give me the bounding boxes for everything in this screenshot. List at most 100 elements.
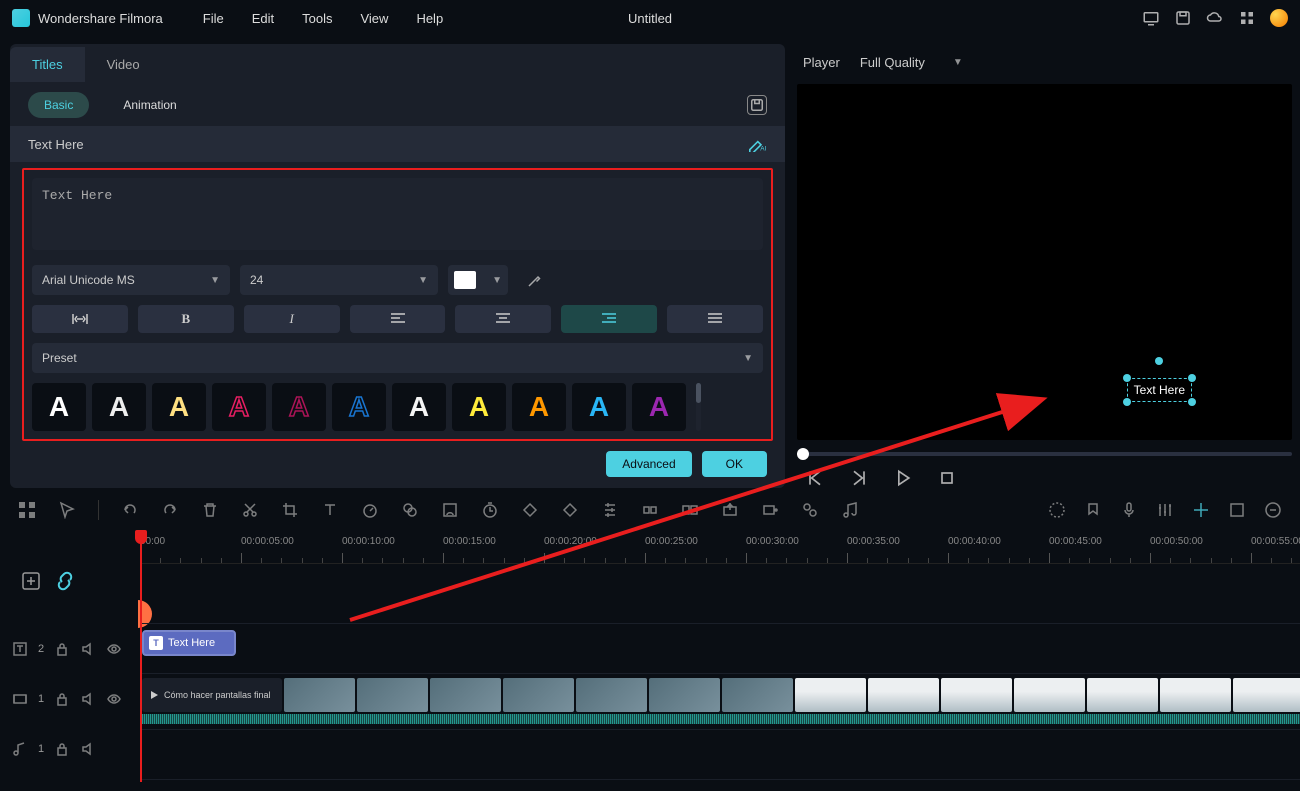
video-thumbnail[interactable] (357, 678, 428, 712)
preview-scrubber[interactable] (797, 452, 1292, 456)
menu-view[interactable]: View (360, 11, 388, 26)
audio-waveform[interactable] (142, 714, 1300, 724)
lock-icon[interactable] (54, 691, 70, 707)
subtab-basic[interactable]: Basic (28, 92, 89, 118)
record-icon[interactable] (761, 501, 779, 519)
save-preset-icon[interactable] (747, 95, 767, 115)
keyframe-icon[interactable] (521, 501, 539, 519)
video-thumbnail[interactable] (795, 678, 866, 712)
font-family-dropdown[interactable]: Arial Unicode MS ▼ (32, 265, 230, 295)
save-icon[interactable] (1174, 9, 1192, 27)
lock-icon[interactable] (54, 641, 70, 657)
text-clip[interactable]: T Text Here (142, 630, 236, 656)
video-thumbnail[interactable] (868, 678, 939, 712)
user-avatar[interactable] (1270, 9, 1288, 27)
menu-file[interactable]: File (203, 11, 224, 26)
preset-style-item[interactable]: A (212, 383, 266, 431)
video-thumbnail[interactable] (284, 678, 355, 712)
lock-icon[interactable] (54, 741, 70, 757)
adjust-icon[interactable] (601, 501, 619, 519)
align-center-button[interactable] (455, 305, 551, 333)
video-track[interactable]: Cómo hacer pantallas final (140, 674, 1300, 730)
font-size-dropdown[interactable]: 24 ▼ (240, 265, 438, 295)
zoom-out-icon[interactable] (1264, 501, 1282, 519)
menu-edit[interactable]: Edit (252, 11, 274, 26)
tab-titles[interactable]: Titles (10, 47, 85, 82)
audio-sync-icon[interactable] (801, 501, 819, 519)
preset-style-item[interactable]: A (272, 383, 326, 431)
prev-frame-button[interactable] (805, 468, 825, 488)
ai-edit-icon[interactable]: AI (747, 136, 767, 152)
preset-style-item[interactable]: A (632, 383, 686, 431)
mute-icon[interactable] (80, 741, 96, 757)
scrubber-thumb[interactable] (797, 448, 809, 460)
timer-icon[interactable] (481, 501, 499, 519)
menu-help[interactable]: Help (416, 11, 443, 26)
text-track[interactable]: T Text Here (140, 624, 1300, 674)
video-track-icon[interactable] (12, 691, 28, 707)
speed-icon[interactable] (361, 501, 379, 519)
ok-button[interactable]: OK (702, 451, 767, 477)
preset-style-item[interactable]: A (152, 383, 206, 431)
preset-style-item[interactable]: A (92, 383, 146, 431)
tab-video[interactable]: Video (85, 47, 162, 82)
preset-style-item[interactable]: A (32, 383, 86, 431)
marker-icon[interactable] (1084, 501, 1102, 519)
video-thumbnail[interactable] (430, 678, 501, 712)
char-spacing-button[interactable] (32, 305, 128, 333)
eye-icon[interactable] (106, 641, 122, 657)
effects-icon[interactable] (641, 501, 659, 519)
cursor-icon[interactable] (58, 501, 76, 519)
redo-icon[interactable] (161, 501, 179, 519)
preset-style-item[interactable]: A (392, 383, 446, 431)
stop-button[interactable] (937, 468, 957, 488)
export-icon[interactable] (721, 501, 739, 519)
menu-tools[interactable]: Tools (302, 11, 332, 26)
preview-text-overlay[interactable]: Text Here (1127, 378, 1192, 402)
align-right-button[interactable] (561, 305, 657, 333)
preset-style-item[interactable]: A (452, 383, 506, 431)
music-icon[interactable] (841, 501, 859, 519)
resize-handle-icon[interactable] (1123, 398, 1131, 406)
quality-dropdown[interactable]: Full Quality ▼ (860, 55, 963, 70)
grid-icon[interactable] (18, 501, 36, 519)
mask-icon[interactable] (561, 501, 579, 519)
cloud-icon[interactable] (1206, 9, 1224, 27)
video-thumbnail[interactable] (941, 678, 1012, 712)
resize-handle-icon[interactable] (1188, 398, 1196, 406)
audio-track[interactable] (140, 730, 1300, 780)
video-thumbnails[interactable] (284, 678, 1300, 712)
preset-dropdown[interactable]: Preset ▼ (32, 343, 763, 373)
mute-icon[interactable] (80, 691, 96, 707)
undo-icon[interactable] (121, 501, 139, 519)
mixer-icon[interactable] (1156, 501, 1174, 519)
delete-icon[interactable] (201, 501, 219, 519)
eye-icon[interactable] (106, 691, 122, 707)
video-clip[interactable]: Cómo hacer pantallas final (142, 678, 282, 712)
text-track-icon[interactable] (12, 641, 28, 657)
video-thumbnail[interactable] (722, 678, 793, 712)
video-thumbnail[interactable] (1233, 678, 1300, 712)
text-input[interactable] (32, 178, 763, 250)
video-thumbnail[interactable] (1014, 678, 1085, 712)
video-thumbnail[interactable] (576, 678, 647, 712)
playhead[interactable] (140, 532, 142, 782)
timeline-ruler[interactable]: 00:0000:00:05:0000:00:10:0000:00:15:0000… (140, 532, 1300, 564)
transition-icon[interactable] (681, 501, 699, 519)
resize-handle-icon[interactable] (1188, 374, 1196, 382)
rotate-handle-icon[interactable] (1155, 357, 1163, 365)
text-color-picker[interactable]: ▼ (448, 265, 508, 295)
preview-canvas[interactable]: Text Here (797, 84, 1292, 440)
align-justify-button[interactable] (667, 305, 763, 333)
italic-button[interactable]: I (244, 305, 340, 333)
play-button[interactable] (893, 468, 913, 488)
greenscreen-icon[interactable] (441, 501, 459, 519)
subtab-animation[interactable]: Animation (107, 92, 192, 118)
snap-icon[interactable] (1192, 501, 1210, 519)
preset-style-item[interactable]: A (572, 383, 626, 431)
text-icon[interactable] (321, 501, 339, 519)
eyedropper-icon[interactable] (526, 271, 544, 289)
preset-scrollbar[interactable] (696, 383, 701, 431)
mic-icon[interactable] (1120, 501, 1138, 519)
next-frame-button[interactable] (849, 468, 869, 488)
